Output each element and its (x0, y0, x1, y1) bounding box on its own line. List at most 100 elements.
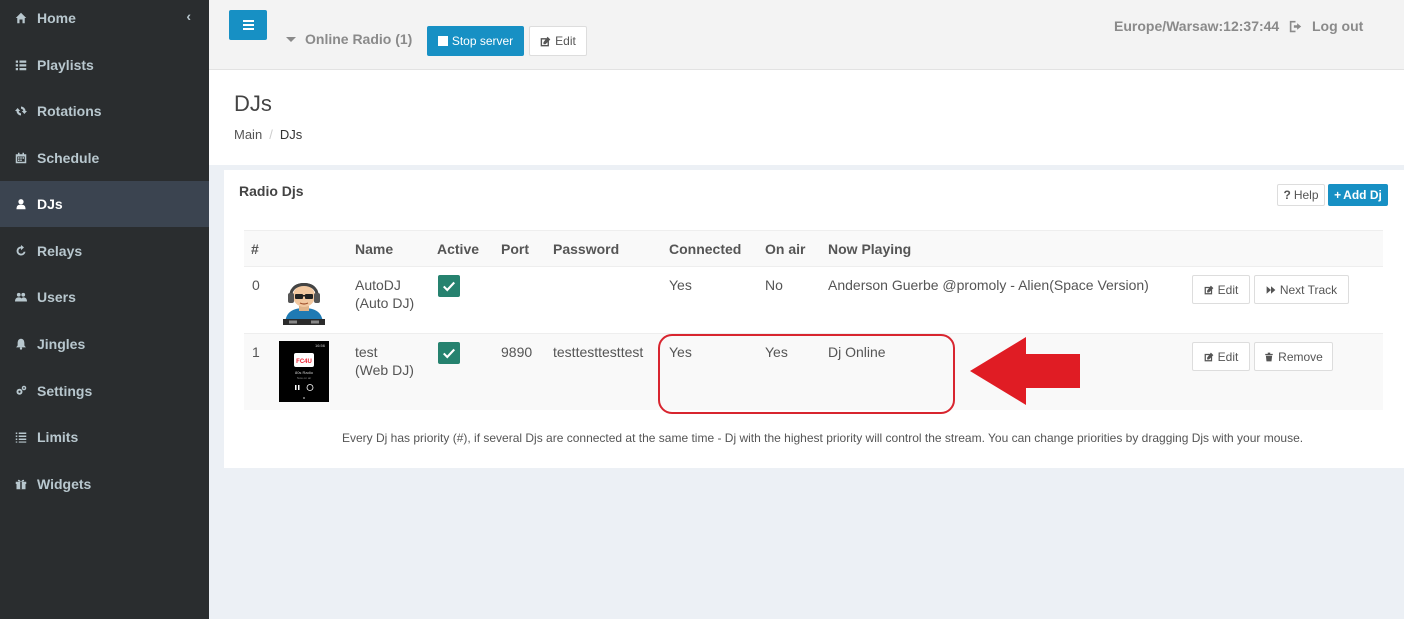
radio-selector-label: Online Radio (1) (305, 31, 413, 47)
dj-avatar (283, 283, 325, 325)
logout-button[interactable]: Log out (1289, 18, 1363, 34)
annotation-arrow-icon (970, 337, 1080, 405)
check-icon (443, 348, 456, 359)
dj-type: (Auto DJ) (355, 295, 415, 311)
home-icon (14, 11, 28, 25)
col-header-name: Name (355, 241, 394, 257)
col-header-num: # (251, 241, 259, 257)
dj-now-playing: Anderson Guerbe @promoly - Alien(Space V… (828, 277, 1149, 293)
help-label: Help (1293, 188, 1319, 202)
remove-label: Remove (1278, 349, 1323, 364)
sidebar-item-home[interactable]: Home ‹ (0, 0, 209, 41)
gift-icon (14, 477, 28, 491)
sidebar-item-rotations[interactable]: Rotations (0, 88, 209, 134)
phone-time: 16:56 (315, 343, 326, 348)
edit-dj-button[interactable]: Edit (1192, 275, 1250, 304)
table-header: # Name Active Port Password Connected On… (244, 230, 1383, 267)
sidebar-item-label: Settings (37, 383, 93, 399)
edit-dj-button[interactable]: Edit (1192, 342, 1250, 371)
phone-line2: Now on air (297, 376, 311, 380)
dj-name: test (355, 344, 378, 360)
trash-icon (1265, 352, 1273, 361)
sidebar-item-widgets[interactable]: Widgets (0, 461, 209, 507)
col-header-password: Password (553, 241, 620, 257)
dj-type: (Web DJ) (355, 362, 414, 378)
sidebar-item-label: Schedule (37, 150, 100, 166)
col-header-on-air: On air (765, 241, 806, 257)
sidebar-item-label: Widgets (37, 476, 92, 492)
sidebar-item-label: Relays (37, 243, 83, 259)
active-checkbox[interactable] (438, 342, 460, 364)
next-track-button[interactable]: Next Track (1254, 275, 1349, 304)
dj-password: testtesttesttest (553, 344, 644, 360)
next-track-label: Next Track (1279, 282, 1338, 297)
dj-port: 9890 (501, 344, 533, 360)
breadcrumb-main[interactable]: Main (234, 127, 262, 142)
sidebar-item-jingles[interactable]: Jingles (0, 321, 209, 367)
col-header-active: Active (437, 241, 480, 257)
sidebar-item-djs[interactable]: DJs (0, 181, 209, 227)
sidebar-item-label: Rotations (37, 103, 102, 119)
phone-line1: 80s Radio (295, 370, 314, 375)
sidebar-item-label: Home (37, 10, 76, 26)
check-icon (443, 281, 456, 292)
sidebar-item-playlists[interactable]: Playlists (0, 42, 209, 88)
sign-out-icon (1289, 20, 1302, 32)
page-header: DJs Main / DJs (209, 70, 1404, 165)
hamburger-icon (242, 20, 254, 22)
phone-logo: FC4U (296, 359, 312, 365)
edit-label: Edit (1217, 282, 1239, 297)
refresh-icon (14, 104, 28, 118)
dj-avatar-phone: 16:56 FC4U 80s Radio Now on air (279, 341, 329, 402)
radio-selector[interactable]: Online Radio (1) (286, 31, 412, 47)
panel-title: Radio Djs (239, 183, 304, 199)
add-dj-label: Add Dj (1343, 188, 1382, 202)
stop-server-button[interactable]: Stop server (427, 26, 524, 56)
dj-priority: 0 (252, 277, 260, 293)
question-icon: ? (1283, 188, 1291, 202)
edit-icon (540, 36, 551, 46)
plus-icon: + (1334, 188, 1342, 202)
page-title: DJs (234, 91, 272, 116)
breadcrumb-separator: / (269, 127, 273, 142)
sidebar-item-limits[interactable]: Limits (0, 414, 209, 460)
col-header-connected: Connected (669, 241, 742, 257)
menu-toggle-button[interactable] (229, 10, 267, 40)
sidebar: Home ‹ Playlists Rotations Schedule DJs … (0, 0, 209, 619)
dj-name: AutoDJ (355, 277, 401, 293)
relay-icon (14, 244, 28, 258)
sidebar-item-schedule[interactable]: Schedule (0, 135, 209, 181)
table-row[interactable]: 0 AutoDJ (Auto DJ) Yes No Anderson Guerb… (244, 267, 1383, 334)
logout-label: Log out (1312, 18, 1364, 34)
radio-djs-panel: Radio Djs ? Help + Add Dj # Name Active … (224, 170, 1404, 468)
edit-icon (1204, 285, 1214, 294)
remove-dj-button[interactable]: Remove (1254, 342, 1333, 371)
calendar-icon (14, 151, 28, 165)
priority-note: Every Dj has priority (#), if several Dj… (342, 431, 1304, 445)
active-checkbox[interactable] (438, 275, 460, 297)
edit-radio-button[interactable]: Edit (529, 26, 587, 56)
dj-priority: 1 (252, 344, 260, 360)
top-bar: Online Radio (1) Stop server Edit Europe… (209, 0, 1404, 70)
sidebar-item-users[interactable]: Users (0, 274, 209, 320)
sidebar-item-label: DJs (37, 196, 63, 212)
sidebar-item-settings[interactable]: Settings (0, 368, 209, 414)
col-header-port: Port (501, 241, 529, 257)
breadcrumb: Main / DJs (234, 127, 302, 142)
add-dj-button[interactable]: + Add Dj (1328, 184, 1388, 206)
sidebar-item-label: Jingles (37, 336, 86, 352)
sidebar-item-label: Playlists (37, 57, 94, 73)
sidebar-item-relays[interactable]: Relays (0, 228, 209, 274)
sidebar-item-label: Limits (37, 429, 79, 445)
help-button[interactable]: ? Help (1277, 184, 1325, 206)
caret-down-icon (286, 36, 296, 42)
list-icon (14, 58, 28, 72)
edit-icon (1204, 352, 1214, 361)
annotation-highlight-box (658, 334, 955, 414)
chevron-left-icon[interactable]: ‹ (186, 8, 191, 24)
edit-radio-label: Edit (555, 34, 576, 48)
col-header-now-playing: Now Playing (828, 241, 912, 257)
fast-forward-icon (1266, 285, 1276, 294)
dj-on-air: No (765, 277, 783, 293)
gears-icon (14, 384, 28, 398)
